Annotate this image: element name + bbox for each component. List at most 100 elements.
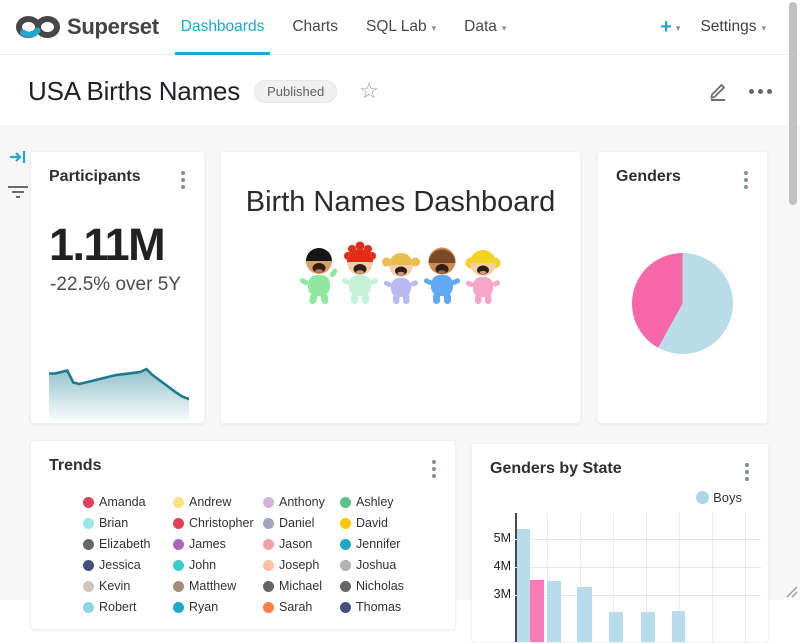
more-actions-icon[interactable] — [749, 89, 772, 94]
genders-pie-chart[interactable] — [632, 253, 733, 354]
child-figure-green — [299, 241, 339, 307]
nav-item-dashboards[interactable]: Dashboards — [167, 0, 279, 54]
legend-dot — [83, 518, 94, 529]
legend-dot — [173, 539, 184, 550]
legend-dot — [340, 602, 351, 613]
legend-item-michael[interactable]: Michael — [263, 579, 340, 593]
header-actions — [707, 80, 772, 102]
legend-item-ryan[interactable]: Ryan — [173, 600, 263, 614]
legend-label: Christopher — [189, 516, 254, 530]
children-illustration — [221, 241, 580, 307]
new-item-button[interactable]: + ▾ — [654, 17, 686, 37]
legend-label: Kevin — [99, 579, 130, 593]
legend-item-david[interactable]: David — [340, 516, 440, 530]
legend-dot — [340, 560, 351, 571]
legend-item-jessica[interactable]: Jessica — [83, 558, 173, 572]
legend-dot — [83, 581, 94, 592]
genders-by-state-card: Genders by State Boys 5M4M3M — [471, 443, 769, 643]
legend-dot — [173, 581, 184, 592]
nav-item-label: SQL Lab — [366, 18, 427, 36]
kebab-menu-icon[interactable] — [429, 457, 439, 481]
legend-item-daniel[interactable]: Daniel — [263, 516, 340, 530]
legend-item-brian[interactable]: Brian — [83, 516, 173, 530]
vertical-scrollbar[interactable] — [789, 2, 797, 205]
nav-item-charts[interactable]: Charts — [278, 0, 352, 54]
legend-item-jason[interactable]: Jason — [263, 537, 340, 551]
favorite-star-icon[interactable]: ☆ — [359, 80, 379, 102]
legend-label: Brian — [99, 516, 128, 530]
superset-logo[interactable]: Superset — [0, 0, 167, 54]
legend-dot — [83, 539, 94, 550]
resize-handle-icon[interactable] — [783, 583, 798, 598]
genders-by-state-bar-chart[interactable]: 5M4M3M — [515, 513, 761, 643]
legend-label: Robert — [99, 600, 137, 614]
chevron-down-icon: ▾ — [502, 23, 507, 34]
legend-item-nicholas[interactable]: Nicholas — [340, 579, 440, 593]
kebab-menu-icon[interactable] — [178, 168, 188, 192]
legend-item-ashley[interactable]: Ashley — [340, 495, 440, 509]
published-badge[interactable]: Published — [254, 80, 337, 103]
bar-girls[interactable] — [530, 580, 544, 643]
child-figure-blue — [422, 241, 462, 307]
child-figure-redhair — [340, 241, 380, 307]
edit-pencil-icon[interactable] — [707, 80, 729, 102]
expand-filter-bar-icon[interactable] — [9, 149, 27, 170]
kebab-menu-icon[interactable] — [741, 168, 751, 192]
nav-menu: Dashboards Charts SQL Lab ▾ Data ▾ — [167, 0, 521, 54]
legend-label: Matthew — [189, 579, 236, 593]
legend-item-john[interactable]: John — [173, 558, 263, 572]
legend-item-amanda[interactable]: Amanda — [83, 495, 173, 509]
legend-label: Ashley — [356, 495, 394, 509]
bar-boys[interactable] — [641, 612, 655, 643]
legend-label: Nicholas — [356, 579, 404, 593]
participants-big-number: 1.11M — [31, 192, 204, 270]
chevron-down-icon: ▾ — [676, 23, 681, 34]
legend-item-christopher[interactable]: Christopher — [173, 516, 263, 530]
legend-item-kevin[interactable]: Kevin — [83, 579, 173, 593]
legend-item-james[interactable]: James — [173, 537, 263, 551]
settings-menu[interactable]: Settings ▾ — [696, 18, 770, 36]
kebab-menu-icon[interactable] — [742, 460, 752, 484]
bar-boys[interactable] — [547, 581, 561, 643]
legend-item-andrew[interactable]: Andrew — [173, 495, 263, 509]
bar-boys[interactable] — [577, 587, 592, 643]
dashboard-canvas: Participants 1.11M -22.5% over 5Y Birth … — [0, 127, 800, 600]
legend-item-joseph[interactable]: Joseph — [263, 558, 340, 572]
bar-boys[interactable] — [672, 611, 685, 643]
y-axis-tick-label: 3M — [471, 587, 511, 601]
boys-legend-label: Boys — [713, 490, 742, 505]
boys-legend-item[interactable]: Boys — [696, 490, 742, 505]
bar-boys[interactable] — [609, 612, 623, 643]
filter-lines-icon[interactable] — [7, 184, 29, 205]
nav-item-sql-lab[interactable]: SQL Lab ▾ — [352, 0, 450, 54]
legend-label: Jennifer — [356, 537, 400, 551]
chevron-down-icon: ▾ — [432, 23, 437, 34]
legend-dot — [173, 560, 184, 571]
legend-item-anthony[interactable]: Anthony — [263, 495, 340, 509]
legend-label: Joseph — [279, 558, 319, 572]
legend-item-thomas[interactable]: Thomas — [340, 600, 440, 614]
nav-item-data[interactable]: Data ▾ — [450, 0, 520, 54]
legend-item-elizabeth[interactable]: Elizabeth — [83, 537, 173, 551]
nav-item-label: Dashboards — [181, 18, 265, 36]
legend-item-matthew[interactable]: Matthew — [173, 579, 263, 593]
dashboard-header: USA Births Names Published ☆ — [0, 56, 800, 127]
genders-card-title: Genders — [616, 168, 681, 186]
child-figure-pink — [463, 241, 503, 307]
legend-label: Daniel — [279, 516, 314, 530]
legend-dot — [173, 497, 184, 508]
dashboard-title: USA Births Names — [28, 76, 240, 107]
genders-card: Genders — [597, 151, 768, 424]
boys-legend-dot — [696, 491, 709, 504]
bar-boys[interactable] — [517, 529, 530, 643]
legend-item-joshua[interactable]: Joshua — [340, 558, 440, 572]
legend-item-jennifer[interactable]: Jennifer — [340, 537, 440, 551]
legend-item-robert[interactable]: Robert — [83, 600, 173, 614]
nav-item-label: Data — [464, 18, 497, 36]
child-figure-pigtails — [381, 241, 421, 307]
legend-label: James — [189, 537, 226, 551]
legend-dot — [340, 581, 351, 592]
nav-right: + ▾ Settings ▾ — [654, 0, 800, 54]
legend-item-sarah[interactable]: Sarah — [263, 600, 340, 614]
participants-card-title: Participants — [49, 168, 141, 186]
